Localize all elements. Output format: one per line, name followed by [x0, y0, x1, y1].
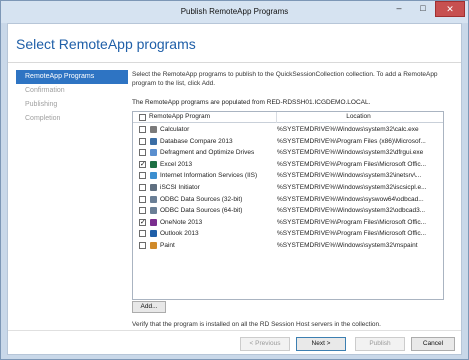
program-name: Internet Information Services (IIS)	[160, 172, 258, 180]
nav-item-remoteapp-programs[interactable]: RemoteApp Programs	[16, 70, 128, 84]
next-button[interactable]: Next >	[296, 337, 346, 351]
iis-icon	[150, 172, 157, 180]
list-item[interactable]: Outlook 2013 %SYSTEMDRIVE%\Program Files\…	[133, 228, 443, 240]
list-item[interactable]: ODBC Data Sources (32-bit) %SYSTEMDRIVE%\…	[133, 194, 443, 206]
row-checkbox[interactable]	[139, 183, 146, 191]
program-location: %SYSTEMDRIVE%\Windows\system32\calc.exe	[277, 126, 419, 133]
page-title: Select RemoteApp programs	[16, 36, 196, 52]
header-divider	[8, 62, 461, 63]
program-name: Database Compare 2013	[160, 137, 233, 145]
row-checkbox[interactable]: ✓	[139, 160, 146, 168]
row-checkbox[interactable]	[139, 207, 146, 215]
previous-button[interactable]: < Previous	[240, 337, 290, 351]
program-name: iSCSI Initiator	[160, 183, 200, 191]
column-header-location[interactable]: Location	[276, 113, 441, 120]
list-header: RemoteApp Program Location	[133, 112, 443, 123]
program-location: %SYSTEMDRIVE%\Windows\system32\odbcad3..…	[277, 207, 426, 215]
program-name: ODBC Data Sources (64-bit)	[160, 207, 243, 215]
program-name: Excel 2013	[160, 160, 193, 168]
wizard-client-area: Select RemoteApp programs RemoteApp Prog…	[7, 23, 462, 355]
row-checkbox[interactable]	[139, 126, 146, 133]
cancel-button[interactable]: Cancel	[411, 337, 455, 351]
program-location: %SYSTEMDRIVE%\Windows\syswow64\odbcad...	[277, 195, 424, 203]
program-location: %SYSTEMDRIVE%\Windows\system32\inetsrv\.…	[277, 172, 422, 180]
list-item[interactable]: ODBC Data Sources (64-bit) %SYSTEMDRIVE%\…	[133, 205, 443, 217]
publish-button[interactable]: Publish	[355, 337, 405, 351]
program-location: %SYSTEMDRIVE%\Program Files\Microsoft Of…	[277, 218, 427, 226]
defragment-icon	[150, 149, 157, 157]
calculator-icon	[150, 126, 157, 133]
list-item[interactable]: iSCSI Initiator %SYSTEMDRIVE%\Windows\sys…	[133, 182, 443, 194]
program-name: OneNote 2013	[160, 218, 203, 226]
wizard-content: Select the RemoteApp programs to publish…	[132, 70, 454, 328]
row-checkbox[interactable]	[139, 172, 146, 180]
odbc-icon	[150, 195, 157, 203]
odbc-icon	[150, 207, 157, 215]
remoteapp-programs-list[interactable]: RemoteApp Program Location Calculator %SY…	[132, 111, 444, 300]
list-item[interactable]: ✓ Excel 2013 %SYSTEMDRIVE%\Program Files\M…	[133, 159, 443, 171]
wizard-nav: RemoteApp Programs Confirmation Publishi…	[16, 70, 128, 126]
program-location: %SYSTEMDRIVE%\Program Files (x86)\Micros…	[277, 137, 426, 145]
database-compare-icon	[150, 137, 157, 145]
nav-item-confirmation: Confirmation	[25, 87, 65, 94]
row-checkbox[interactable]	[139, 230, 146, 238]
row-checkbox[interactable]	[139, 241, 146, 249]
iscsi-icon	[150, 183, 157, 191]
publish-remoteapp-window: Publish RemoteApp Programs – □ ✕ Select …	[0, 0, 469, 360]
program-location: %SYSTEMDRIVE%\Program Files\Microsoft Of…	[277, 160, 427, 168]
list-item[interactable]: Defragment and Optimize Drives %SYSTEMDRI…	[133, 147, 443, 159]
excel-icon	[150, 160, 157, 168]
column-header-program[interactable]: RemoteApp Program	[149, 113, 210, 120]
list-item[interactable]: ✓ OneNote 2013 %SYSTEMDRIVE%\Program Files…	[133, 217, 443, 229]
list-item[interactable]: Internet Information Services (IIS) %SYST…	[133, 170, 443, 182]
close-button[interactable]: ✕	[435, 1, 465, 17]
populated-from-text: The RemoteApp programs are populated fro…	[132, 99, 371, 106]
program-location: %SYSTEMDRIVE%\Windows\system32\iscsicpl.…	[277, 183, 427, 191]
program-name: ODBC Data Sources (32-bit)	[160, 195, 243, 203]
maximize-button[interactable]: □	[411, 1, 435, 17]
program-location: %SYSTEMDRIVE%\Program Files\Microsoft Of…	[277, 230, 427, 238]
wizard-header: Select RemoteApp programs	[8, 24, 461, 62]
row-checkbox[interactable]	[139, 149, 146, 157]
program-name: Outlook 2013	[160, 230, 199, 238]
select-all-checkbox[interactable]	[139, 114, 146, 121]
program-location: %SYSTEMDRIVE%\Windows\system32\mspaint	[277, 241, 418, 249]
add-button[interactable]: Add...	[132, 301, 166, 313]
list-item[interactable]: Calculator %SYSTEMDRIVE%\Windows\system32…	[133, 124, 443, 136]
program-location: %SYSTEMDRIVE%\Windows\system32\dfrgui.ex…	[277, 149, 424, 157]
program-name: Calculator	[160, 126, 190, 133]
intro-text: Select the RemoteApp programs to publish…	[132, 71, 438, 87]
verify-text: Verify that the program is installed on …	[132, 321, 381, 328]
list-item[interactable]: Database Compare 2013 %SYSTEMDRIVE%\Progr…	[133, 136, 443, 148]
program-name: Defragment and Optimize Drives	[160, 149, 255, 157]
row-checkbox[interactable]	[139, 195, 146, 203]
minimize-button[interactable]: –	[387, 1, 411, 17]
outlook-icon	[150, 230, 157, 238]
nav-item-completion: Completion	[25, 115, 61, 122]
row-checkbox[interactable]	[139, 137, 146, 145]
onenote-icon	[150, 218, 157, 226]
program-name: Paint	[160, 241, 175, 249]
row-checkbox[interactable]: ✓	[139, 218, 146, 226]
paint-icon	[150, 241, 157, 249]
title-bar[interactable]: Publish RemoteApp Programs – □ ✕	[1, 1, 468, 23]
list-rows: Calculator %SYSTEMDRIVE%\Windows\system32…	[133, 124, 443, 252]
wizard-footer: < Previous Next > Publish Cancel	[8, 330, 461, 354]
list-item[interactable]: Paint %SYSTEMDRIVE%\Windows\system32\mspa…	[133, 240, 443, 252]
nav-item-publishing: Publishing	[25, 101, 58, 108]
